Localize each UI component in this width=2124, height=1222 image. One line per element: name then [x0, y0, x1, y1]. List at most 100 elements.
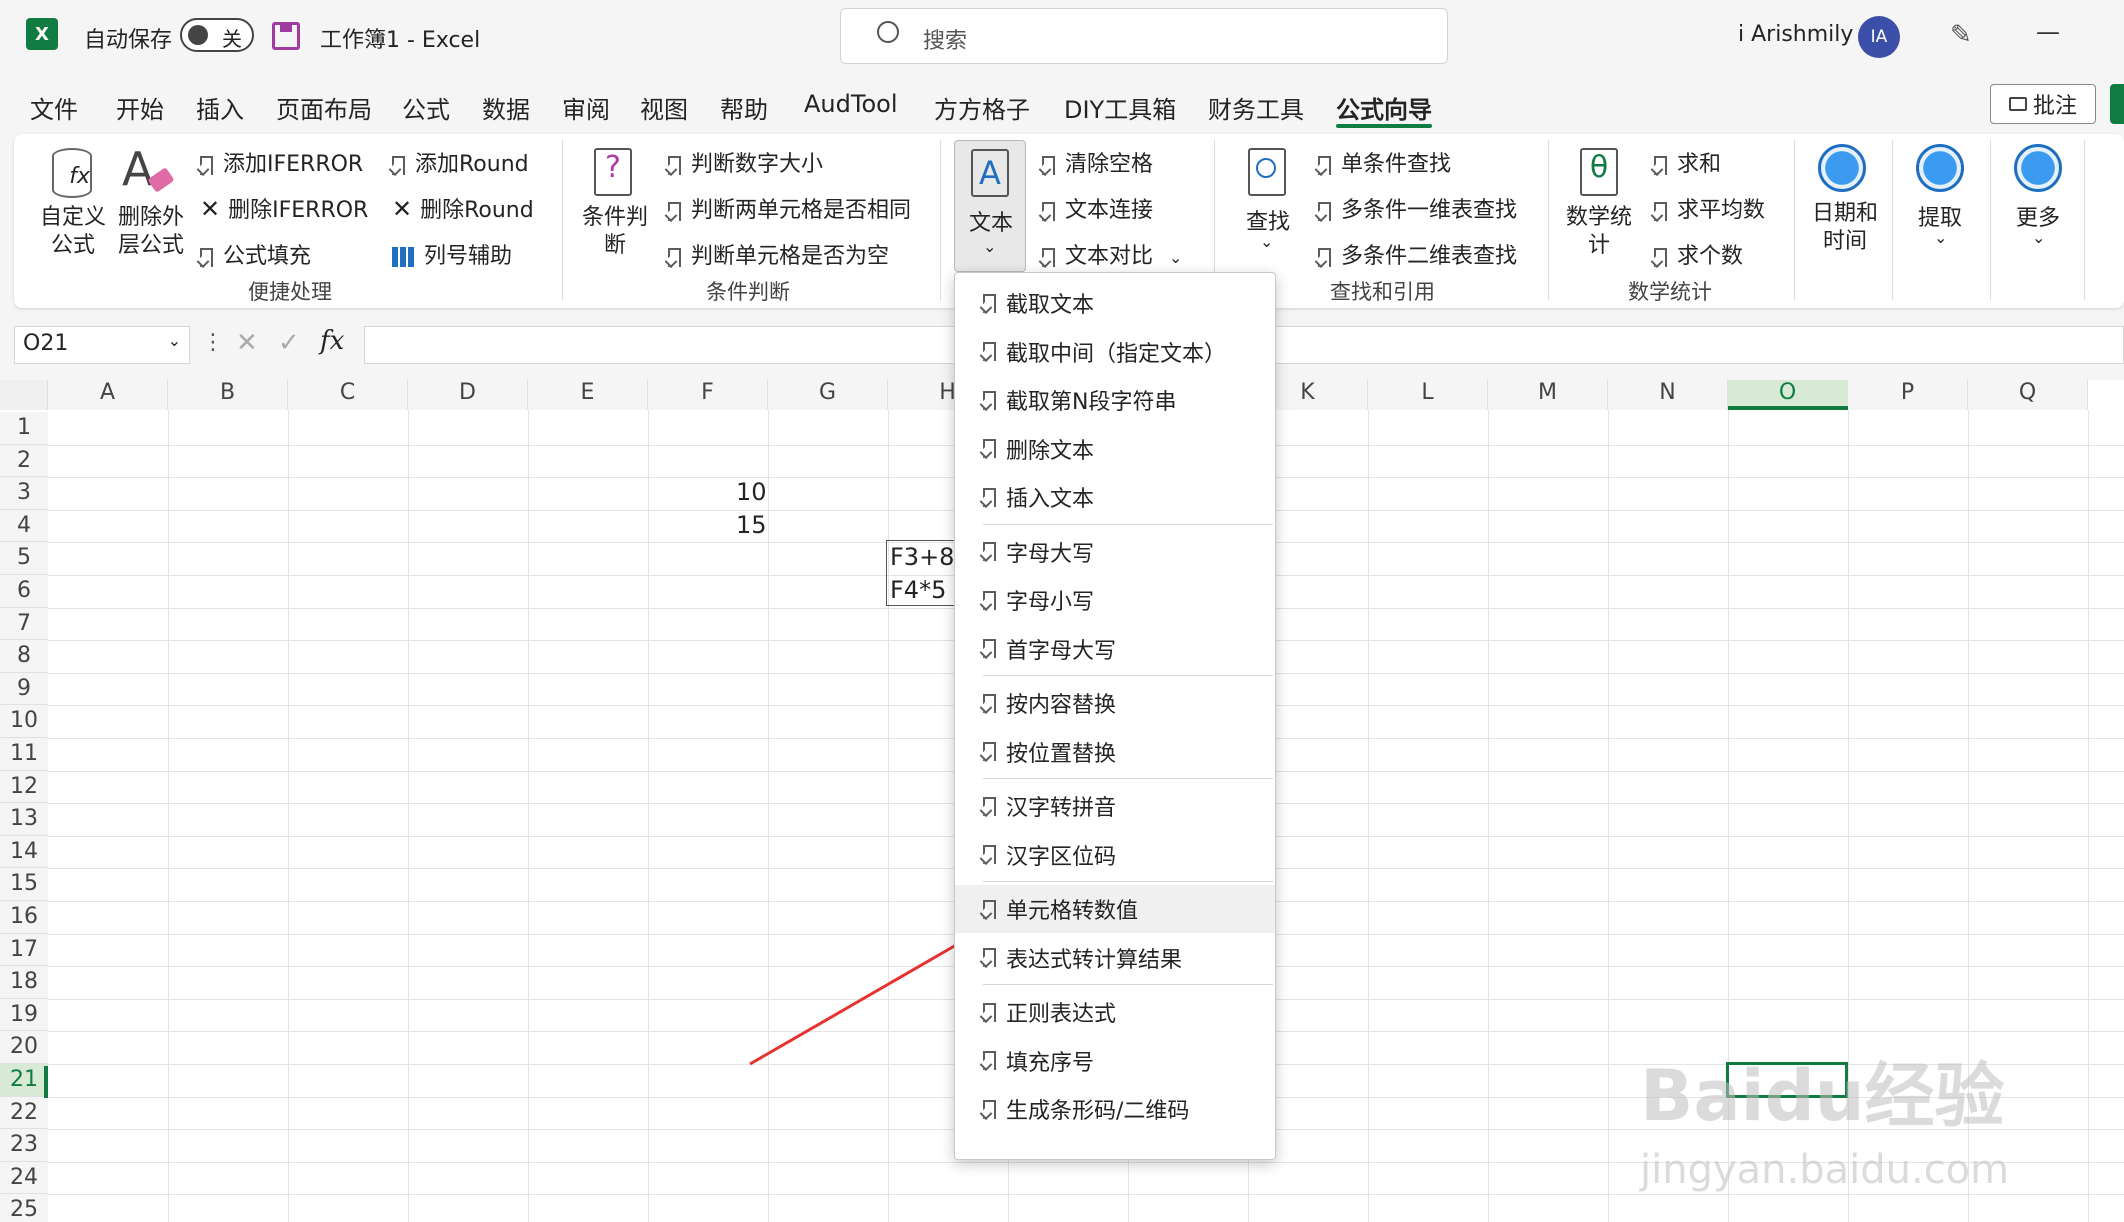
select-all-corner[interactable] — [0, 380, 48, 410]
multi-1d-button[interactable]: 多条件一维表查找 — [1318, 192, 1517, 224]
menu-help[interactable]: 帮助 — [720, 90, 768, 125]
column-header-f[interactable]: F — [648, 380, 768, 410]
menu-diy[interactable]: DIY工具箱 — [1064, 90, 1176, 125]
is-empty-button[interactable]: 判断单元格是否为空 — [668, 238, 889, 270]
menu-audtool[interactable]: AudTool — [804, 90, 897, 118]
menu-fangfang[interactable]: 方方格子 — [934, 90, 1030, 125]
dropdown-item[interactable]: 截取中间（指定文本） — [955, 328, 1275, 376]
row-header-15[interactable]: 15 — [0, 868, 48, 901]
dropdown-item[interactable]: 删除文本 — [955, 425, 1275, 473]
search-box[interactable]: 搜索 — [840, 8, 1448, 64]
menu-finance[interactable]: 财务工具 — [1208, 90, 1304, 125]
sum-button[interactable]: 求和 — [1654, 146, 1721, 178]
row-header-6[interactable]: 6 — [0, 575, 48, 608]
date-time-button[interactable]: 日期和时间 — [1810, 200, 1880, 256]
dropdown-item[interactable]: 正则表达式 — [955, 988, 1275, 1036]
column-header-l[interactable]: L — [1368, 380, 1488, 410]
row-header-24[interactable]: 24 — [0, 1161, 48, 1195]
row-header-12[interactable]: 12 — [0, 770, 48, 804]
row-header-10[interactable]: 10 — [0, 705, 48, 738]
column-header-d[interactable]: D — [408, 380, 528, 410]
row-header-14[interactable]: 14 — [0, 835, 48, 869]
menu-data[interactable]: 数据 — [482, 90, 530, 125]
cancel-icon[interactable]: ✕ — [236, 328, 258, 358]
cell-f4[interactable]: 15 — [736, 511, 767, 539]
row-header-11[interactable]: 11 — [0, 738, 48, 771]
two-same-button[interactable]: 判断两单元格是否相同 — [668, 192, 911, 224]
row-header-17[interactable]: 17 — [0, 933, 48, 967]
row-header-13[interactable]: 13 — [0, 803, 48, 836]
column-header-e[interactable]: E — [528, 380, 648, 410]
row-header-23[interactable]: 23 — [0, 1129, 48, 1162]
dropdown-item[interactable]: 插入文本 — [955, 473, 1275, 521]
dropdown-item[interactable]: 字母大写 — [955, 528, 1275, 576]
text-join-button[interactable]: 文本连接 — [1042, 192, 1153, 224]
column-header-b[interactable]: B — [168, 380, 288, 410]
annotation-button[interactable]: 批注 — [1990, 84, 2096, 124]
menu-formulas[interactable]: 公式 — [402, 90, 450, 125]
minimize-button[interactable]: — — [2036, 18, 2060, 46]
cond-judge-button[interactable]: 条件判断 — [582, 204, 648, 260]
dropdown-item[interactable]: 汉字转拼音 — [955, 782, 1275, 830]
dropdown-item[interactable]: 截取文本 — [955, 279, 1275, 327]
single-lookup-button[interactable]: 单条件查找 — [1318, 146, 1451, 178]
save-icon[interactable] — [272, 22, 300, 50]
dropdown-item[interactable]: 首字母大写 — [955, 625, 1275, 673]
multi-2d-button[interactable]: 多条件二维表查找 — [1318, 238, 1517, 270]
math-stat-button[interactable]: 数学统计 — [1564, 204, 1634, 260]
cell-h5[interactable]: F3+8 — [890, 543, 954, 571]
dropdown-item[interactable]: 按内容替换 — [955, 679, 1275, 727]
del-round-button[interactable]: ✕ 删除Round — [392, 192, 534, 224]
confirm-icon[interactable]: ✓ — [278, 328, 300, 358]
column-header-c[interactable]: C — [288, 380, 408, 410]
add-round-button[interactable]: 添加Round — [392, 146, 529, 178]
row-header-8[interactable]: 8 — [0, 640, 48, 673]
row-header-4[interactable]: 4 — [0, 509, 48, 543]
avatar[interactable]: IA — [1858, 16, 1900, 58]
column-header-g[interactable]: G — [768, 380, 888, 410]
menu-page-layout[interactable]: 页面布局 — [276, 90, 372, 125]
fx-icon[interactable]: fx — [320, 326, 344, 356]
column-header-q[interactable]: Q — [1968, 380, 2088, 410]
num-size-button[interactable]: 判断数字大小 — [668, 146, 823, 178]
row-header-25[interactable]: 25 — [0, 1194, 48, 1222]
name-box[interactable]: O21 ⌄ — [14, 326, 190, 364]
custom-formula-button[interactable]: 自定义公式 — [36, 204, 110, 260]
del-iferror-button[interactable]: ✕ 删除IFERROR — [200, 192, 368, 224]
count-button[interactable]: 求个数 — [1654, 238, 1743, 270]
dropdown-item[interactable]: 生成条形码/二维码 — [955, 1085, 1275, 1133]
dropdown-item[interactable]: 截取第N段字符串 — [955, 376, 1275, 424]
cell-h6[interactable]: F4*5 — [890, 576, 946, 604]
row-header-9[interactable]: 9 — [0, 672, 48, 706]
column-header-n[interactable]: N — [1608, 380, 1728, 410]
cell-f3[interactable]: 10 — [736, 478, 767, 506]
row-header-7[interactable]: 7 — [0, 607, 48, 641]
menu-formula-wizard[interactable]: 公式向导 — [1336, 90, 1432, 125]
autosave-toggle[interactable]: 关 — [180, 18, 254, 52]
avg-button[interactable]: 求平均数 — [1654, 192, 1765, 224]
row-header-5[interactable]: 5 — [0, 542, 48, 575]
text-button[interactable]: A 文本 ⌄ — [954, 140, 1026, 272]
text-compare-button[interactable]: 文本对比 ⌄ — [1042, 238, 1182, 270]
column-header-m[interactable]: M — [1488, 380, 1608, 410]
row-header-20[interactable]: 20 — [0, 1031, 48, 1064]
row-header-16[interactable]: 16 — [0, 901, 48, 934]
column-header-p[interactable]: P — [1848, 380, 1968, 410]
row-header-18[interactable]: 18 — [0, 966, 48, 999]
col-assist-button[interactable]: 列号辅助 — [392, 238, 512, 270]
menu-review[interactable]: 审阅 — [562, 90, 610, 125]
user-name[interactable]: i Arishmily — [1738, 22, 1853, 47]
more-options-icon[interactable]: ⋮ — [202, 330, 224, 355]
clear-space-button[interactable]: 清除空格 — [1042, 146, 1153, 178]
formula-fill-button[interactable]: 公式填充 — [200, 238, 311, 270]
remove-outer-button[interactable]: 删除外层公式 — [116, 204, 186, 260]
menu-file[interactable]: 文件 — [30, 90, 78, 125]
dropdown-item[interactable]: 填充序号 — [955, 1037, 1275, 1085]
row-header-19[interactable]: 19 — [0, 998, 48, 1032]
dropdown-item[interactable]: 单元格转数值 — [955, 885, 1275, 933]
dropdown-item[interactable]: 表达式转计算结果 — [955, 934, 1275, 982]
dropdown-item[interactable]: 按位置替换 — [955, 728, 1275, 776]
pen-icon[interactable]: ✎ — [1950, 20, 1980, 50]
row-header-2[interactable]: 2 — [0, 444, 48, 478]
add-iferror-button[interactable]: 添加IFERROR — [200, 146, 363, 178]
